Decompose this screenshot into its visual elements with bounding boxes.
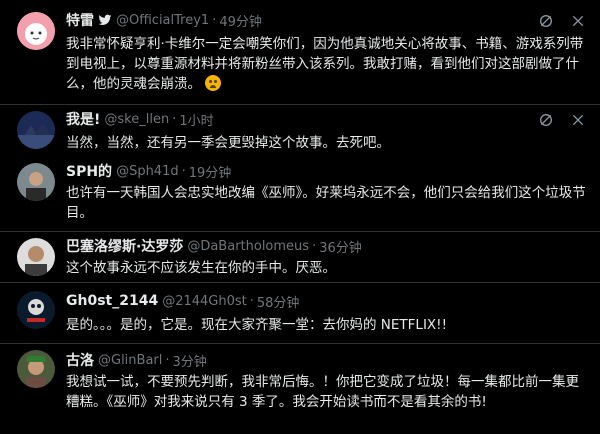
separator-dot: · [212,12,217,28]
separator-dot: · [312,238,317,254]
tweet-header: 我是! @ske_llen · 1小时 [66,109,214,129]
display-name[interactable]: 巴塞洛缪斯·达罗莎 [66,236,183,256]
close-icon[interactable] [570,112,586,128]
tweet-body: 也许有一天韩国人会忠实地改编《巫师》。好莱坞永远不会，他们只会给我们这个垃圾节目… [66,185,586,221]
avatar[interactable] [17,163,55,201]
tweet-text: 也许有一天韩国人会忠实地改编《巫师》。好莱坞永远不会，他们只会给我们这个垃圾节目… [66,183,586,223]
avatar-photo-icon [17,238,55,276]
handle[interactable]: @ske_llen [104,112,169,127]
tweet-header: Gh0st_2144 @2144Gh0st · 58分钟 [66,291,299,311]
avatar-landscape-icon [17,111,55,149]
tweet-text: 当然，当然，还有另一季会更毁掉这个故事。去死吧。 [66,133,586,153]
tweet-actions [538,112,586,128]
tweet-header: 巴塞洛缪斯·达罗莎 @DaBartholomeus · 36分钟 [66,236,362,256]
tweet-body: 这个故事永远不应该发生在你的手中。厌恶。 [66,260,336,276]
tweet-text: 我想试一试，不要预先判断，我非常后悔。！你把它变成了垃圾！每一集都比前一集更糟糕… [66,372,586,412]
tweet[interactable]: 巴塞洛缪斯·达罗莎 @DaBartholomeus · 36分钟 这个故事永远不… [0,232,600,282]
tweet[interactable]: Gh0st_2144 @2144Gh0st · 58分钟 是的。。。是的，它是。… [0,283,600,343]
display-name[interactable]: 我是! [66,109,100,129]
weary-face-emoji [205,75,222,91]
separator-dot: · [181,163,186,179]
separator-dot: · [172,111,177,127]
display-name[interactable]: Gh0st_2144 [66,293,158,309]
avatar[interactable] [17,111,55,149]
display-name[interactable]: SPH的 [66,161,112,181]
bird-icon [98,14,112,26]
handle[interactable]: @DaBartholomeus [187,239,309,254]
tweet-feed: 特雷 @OfficialTrey1 · 49分钟 我非常怀疑亨利·卡维尔一定会嘲… [0,0,600,434]
timestamp[interactable]: 1小时 [179,110,213,129]
avatar[interactable] [17,350,55,388]
display-name[interactable]: 古洛 [66,350,94,370]
timestamp[interactable]: 19分钟 [189,162,232,181]
tweet-text: 我非常怀疑亨利·卡维尔一定会嘲笑你们，因为他真诚地关心将故事、书籍、游戏系列带到… [66,34,586,94]
avatar-photo-icon [17,350,55,388]
close-icon[interactable] [570,13,586,29]
tweet-text: 是的。。。是的，它是。现在大家齐聚一堂：去你妈的 NETFLIX!! [66,315,586,335]
display-name[interactable]: 特雷 [66,10,94,30]
avatar-photo-icon [17,163,55,201]
tweet-body: 当然，当然，还有另一季会更毁掉这个故事。去死吧。 [66,135,390,151]
tweet[interactable]: 特雷 @OfficialTrey1 · 49分钟 我非常怀疑亨利·卡维尔一定会嘲… [0,0,600,104]
mute-icon[interactable] [538,112,554,128]
tweet-body: 我非常怀疑亨利·卡维尔一定会嘲笑你们，因为他真诚地关心将故事、书籍、游戏系列带到… [66,36,584,92]
separator-dot: · [249,293,254,309]
timestamp[interactable]: 36分钟 [319,237,362,256]
tweet-actions [538,13,586,29]
tweet-body: 是的。。。是的，它是。现在大家齐聚一堂：去你妈的 NETFLIX!! [66,317,448,333]
tweet[interactable]: 古洛 @GlinBarl · 3分钟 我想试一试，不要预先判断，我非常后悔。！你… [0,344,600,434]
tweet[interactable]: 我是! @ske_llen · 1小时 当然，当然，还有另一季会更毁掉这个故事。… [0,105,600,157]
tweet[interactable]: SPH的 @Sph41d · 19分钟 也许有一天韩国人会忠实地改编《巫师》。好… [0,157,600,231]
timestamp[interactable]: 3分钟 [173,351,207,370]
avatar-skull-icon [17,291,55,329]
tweet-header: 特雷 @OfficialTrey1 · 49分钟 [66,10,262,30]
mute-icon[interactable] [538,13,554,29]
avatar[interactable] [17,291,55,329]
avatar-face-icon [17,12,55,50]
handle[interactable]: @2144Gh0st [162,294,247,309]
handle[interactable]: @Sph41d [116,164,179,179]
avatar[interactable] [17,238,55,276]
timestamp[interactable]: 49分钟 [219,11,262,30]
tweet-body: 我想试一试，不要预先判断，我非常后悔。！你把它变成了垃圾！每一集都比前一集更糟糕… [66,374,579,410]
avatar[interactable] [17,12,55,50]
handle[interactable]: @GlinBarl [98,353,162,368]
tweet-header: SPH的 @Sph41d · 19分钟 [66,161,231,181]
handle[interactable]: @OfficialTrey1 [116,13,209,28]
timestamp[interactable]: 58分钟 [257,292,300,311]
tweet-header: 古洛 @GlinBarl · 3分钟 [66,350,207,370]
separator-dot: · [165,352,170,368]
tweet-text: 这个故事永远不应该发生在你的手中。厌恶。 [66,258,586,278]
